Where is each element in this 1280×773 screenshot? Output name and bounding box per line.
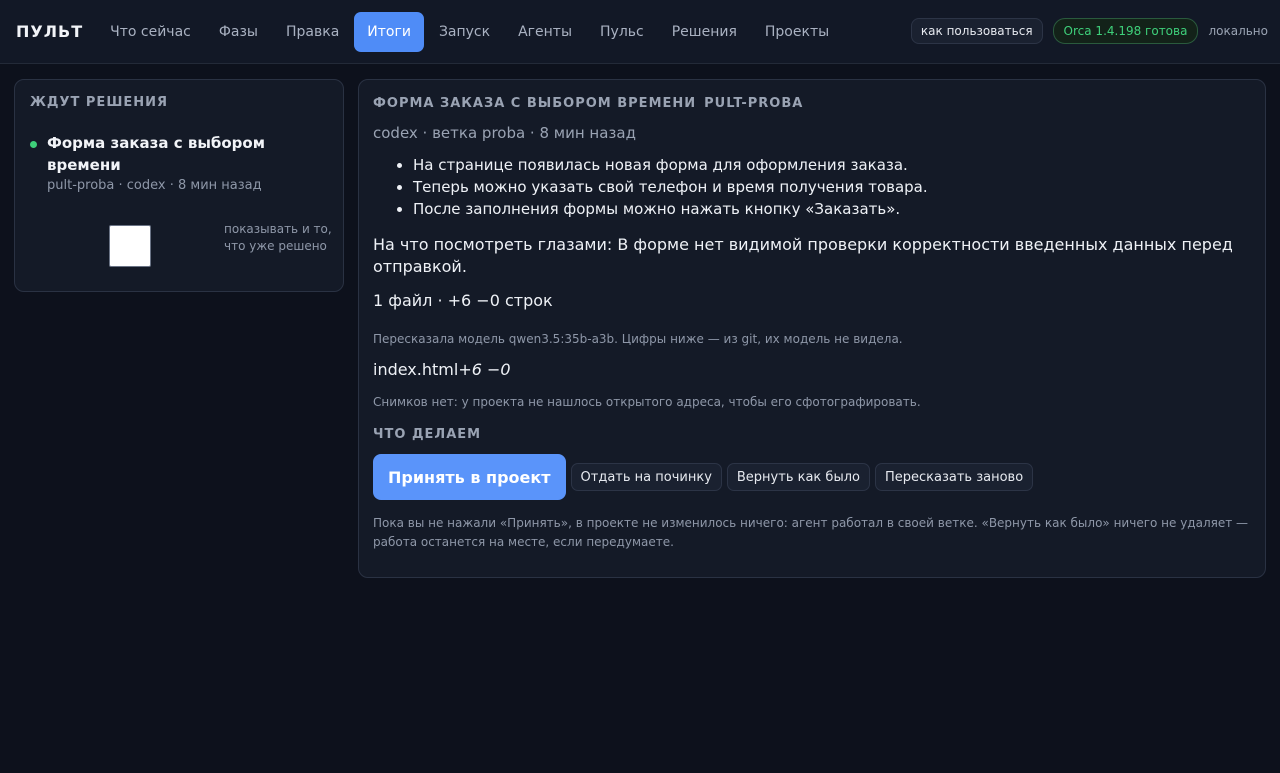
- status-dot-icon: [30, 141, 37, 148]
- action-buttons: Принять в проект Отдать на починку Верну…: [373, 454, 1251, 500]
- pending-item-title: Форма заказа с выбором времени: [47, 134, 265, 174]
- actions-title: ЧТО ДЕЛАЕМ: [373, 427, 482, 442]
- header-tools: как пользоваться Orca 1.4.198 готова лок…: [910, 18, 1268, 44]
- file-delta: +6 −0: [458, 360, 511, 379]
- app-logo: ПУЛЬТ: [16, 22, 84, 41]
- pending-item[interactable]: Форма заказа с выбором времени pult-prob…: [30, 132, 328, 193]
- show-resolved-checkbox[interactable]: [109, 225, 151, 267]
- task-project: PULT-PROBA: [704, 96, 804, 111]
- tab-edit[interactable]: Правка: [273, 12, 352, 52]
- summary-item: После заполнения формы можно нажать кноп…: [413, 198, 1251, 220]
- model-note: Пересказала модель qwen3.5:35b-a3b. Цифр…: [373, 332, 903, 346]
- pending-decisions-panel: ЖДУТ РЕШЕНИЯ Форма заказа с выбором врем…: [14, 79, 344, 292]
- task-detail-panel: ФОРМА ЗАКАЗА С ВЫБОРОМ ВРЕМЕНИ PULT-PROBA…: [358, 79, 1266, 578]
- pending-item-meta: pult-proba · codex · 8 мин назад: [47, 178, 262, 193]
- accept-button[interactable]: Принять в проект: [373, 454, 566, 500]
- diff-stats: 1 файл · +6 −0 строк: [373, 291, 553, 310]
- retell-button[interactable]: Пересказать заново: [874, 463, 1034, 491]
- change-summary-list: На странице появилась новая форма для оф…: [373, 154, 1251, 220]
- pending-section-title: ЖДУТ РЕШЕНИЯ: [30, 95, 169, 110]
- status-badge: Orca 1.4.198 готова: [1052, 18, 1199, 44]
- show-resolved-toggle: показывать и то, что уже решено: [30, 211, 332, 271]
- file-name: index.html: [373, 360, 459, 379]
- summary-item: Теперь можно указать свой телефон и врем…: [413, 176, 1251, 198]
- snapshots-note: Снимков нет: у проекта не нашлось открыт…: [373, 395, 921, 409]
- show-resolved-label: показывать и то, что уже решено: [224, 222, 332, 253]
- tab-launch[interactable]: Запуск: [426, 12, 503, 52]
- tab-now[interactable]: Что сейчас: [97, 12, 204, 52]
- footnote: Пока вы не нажали «Принять», в проекте н…: [373, 516, 1249, 549]
- attention-note: На что посмотреть глазами: В форме нет в…: [373, 235, 1233, 276]
- tab-phases[interactable]: Фазы: [206, 12, 271, 52]
- send-to-repair-button[interactable]: Отдать на починку: [570, 463, 722, 491]
- revert-button[interactable]: Вернуть как было: [726, 463, 870, 491]
- tab-pulse[interactable]: Пульс: [587, 12, 657, 52]
- summary-item: На странице появилась новая форма для оф…: [413, 154, 1251, 176]
- tab-decisions[interactable]: Решения: [659, 12, 750, 52]
- tab-agents[interactable]: Агенты: [505, 12, 585, 52]
- task-meta: codex · ветка proba · 8 мин назад: [373, 124, 636, 142]
- tab-projects[interactable]: Проекты: [752, 12, 842, 52]
- tab-results[interactable]: Итоги: [354, 11, 424, 52]
- changed-file-row: index.html+6 −0: [373, 360, 1251, 379]
- mode-label: локально: [1208, 24, 1268, 38]
- help-button[interactable]: как пользоваться: [910, 18, 1043, 44]
- task-title: ФОРМА ЗАКАЗА С ВЫБОРОМ ВРЕМЕНИ: [373, 96, 697, 111]
- task-heading: ФОРМА ЗАКАЗА С ВЫБОРОМ ВРЕМЕНИ PULT-PROBA: [373, 96, 1251, 111]
- main-nav: Что сейчас Фазы Правка Итоги Запуск Аген…: [97, 11, 842, 52]
- top-bar: ПУЛЬТ Что сейчас Фазы Правка Итоги Запус…: [0, 0, 1280, 64]
